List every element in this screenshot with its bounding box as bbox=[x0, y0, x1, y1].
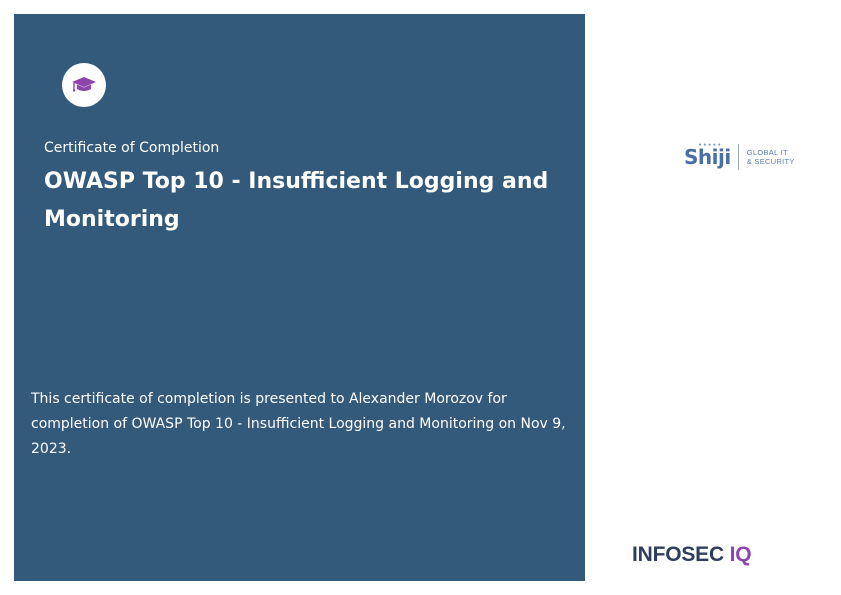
shiji-wordmark: ••••• Shiji bbox=[684, 142, 731, 170]
shiji-dots-decoration: ••••• bbox=[698, 142, 723, 149]
infosec-word: INFOSEC bbox=[632, 543, 724, 566]
graduation-cap-icon bbox=[72, 77, 96, 92]
shiji-tagline-line1: GLOBAL IT bbox=[746, 148, 788, 157]
completion-statement: This certificate of completion is presen… bbox=[31, 391, 566, 457]
course-title: OWASP Top 10 - Insufficient Logging and … bbox=[44, 169, 549, 232]
infosec-iq-logo: INFOSEC IQ bbox=[632, 543, 752, 567]
graduation-badge bbox=[62, 63, 106, 107]
iq-word: IQ bbox=[729, 543, 752, 566]
shiji-divider bbox=[737, 144, 739, 170]
shiji-tagline-line2: & SECURITY bbox=[746, 157, 795, 166]
shiji-tagline: GLOBAL IT & SECURITY bbox=[747, 148, 795, 166]
certificate-label: Certificate of Completion bbox=[44, 140, 220, 156]
shiji-logo: ••••• Shiji GLOBAL IT & SECURITY bbox=[684, 142, 795, 170]
certificate-panel: Certificate of Completion OWASP Top 10 -… bbox=[14, 14, 585, 581]
